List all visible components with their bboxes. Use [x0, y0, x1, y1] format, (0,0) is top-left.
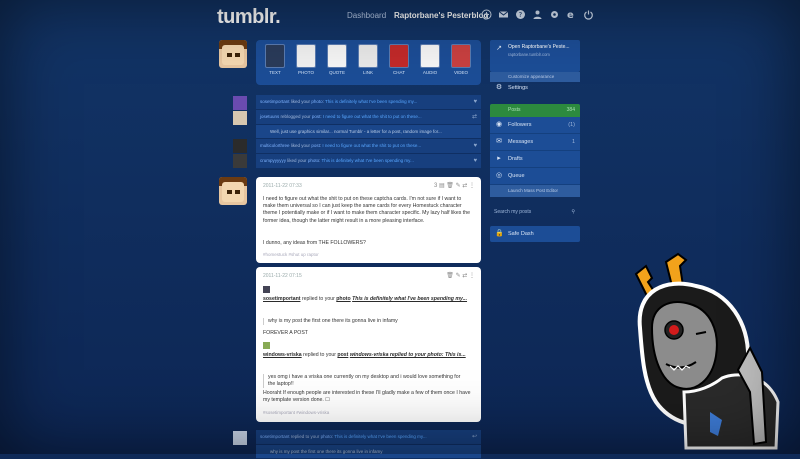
reply-header: sosetimportant replied to your photo Thi…: [263, 296, 468, 302]
post-type-quote[interactable]: QUOTE: [326, 44, 348, 78]
post-tags[interactable]: #homestuck #shut up raptor: [263, 252, 319, 257]
reply-text: why is my post the first one there its g…: [256, 445, 481, 459]
mail-icon: ✉: [496, 138, 502, 145]
sidebar-posts[interactable]: Posts 384: [490, 104, 580, 117]
edit-icon[interactable]: ✎: [456, 183, 461, 189]
post-date: 2011-11-22 07:33: [263, 183, 302, 189]
sidebar-drafts[interactable]: ▸ Drafts: [490, 151, 580, 168]
text-post: 2011-11-22 07:15 🗑 ✎ ⇄ ⋮ sosetimportant …: [256, 267, 481, 422]
post-type-text[interactable]: TEXT: [264, 44, 286, 78]
sidebar-stats: Posts 384 ◉ Followers (1) ✉ Messages 1 ▸ Dr…: [490, 104, 580, 197]
notification-item[interactable]: multicolorthree liked your post: I need …: [256, 139, 481, 154]
notification-item[interactable]: sosetimportant replied to your photo: Th…: [256, 430, 481, 445]
edit-e-icon[interactable]: e: [566, 9, 577, 21]
notification-avatar[interactable]: [233, 154, 247, 168]
reblog-reply-text: Well, just use graphics similar... norma…: [256, 125, 481, 139]
post-body: I need to figure out what the shit to pu…: [263, 196, 471, 224]
post-type-link[interactable]: LINK: [357, 44, 379, 78]
mass-post-editor-link[interactable]: Launch Mass Post Editor: [490, 185, 580, 197]
text-post: 2011-11-22 07:33 3 ▤ 🗑 ✎ ⇄ ⋮ I need to f…: [256, 177, 481, 263]
power-icon[interactable]: [583, 9, 594, 20]
note-count[interactable]: 3: [434, 183, 437, 189]
svg-text:?: ?: [519, 11, 523, 19]
post-type-audio[interactable]: AUDIO: [419, 44, 441, 78]
notes-icon[interactable]: ▤: [439, 183, 445, 189]
sidebar-messages[interactable]: ✉ Messages 1: [490, 134, 580, 151]
user-thumb[interactable]: [263, 342, 270, 349]
sidebar-settings[interactable]: ⚙ Settings: [490, 80, 580, 96]
sidebar-safe-dash[interactable]: 🔒 Safe Dash: [490, 226, 580, 242]
user-thumb[interactable]: [263, 286, 270, 293]
post-controls: 3 ▤ 🗑 ✎ ⇄ ⋮: [434, 182, 475, 189]
external-link-icon: ↗: [496, 45, 502, 52]
photo-icon: [296, 44, 316, 68]
open-blog-link[interactable]: Open Raptorbane's Peste...: [508, 44, 570, 50]
reply-header: windows-vriska replied to your post wind…: [263, 352, 466, 358]
avatar[interactable]: [219, 40, 247, 68]
blog-url[interactable]: raptorbane.tumblr.com: [508, 52, 550, 57]
sidebar-blog-box: ↗ Open Raptorbane's Peste... raptorbane.…: [490, 40, 580, 82]
quote-icon: [327, 44, 347, 68]
notifications-bottom: sosetimportant replied to your photo: Th…: [256, 430, 481, 459]
people-icon[interactable]: [532, 9, 543, 20]
search-input[interactable]: Search my posts ⚲: [490, 205, 580, 219]
heart-icon: ♥: [473, 143, 477, 149]
text-icon: [265, 44, 285, 68]
reply-response: FOREVER A POST: [263, 330, 308, 336]
audio-icon: [420, 44, 440, 68]
nav-dashboard[interactable]: Dashboard: [347, 11, 386, 20]
delete-icon[interactable]: 🗑: [446, 273, 454, 279]
notification-avatar[interactable]: [233, 431, 247, 445]
avatar[interactable]: [219, 177, 247, 205]
delete-icon[interactable]: 🗑: [446, 183, 454, 189]
reblog-icon[interactable]: ⇄: [462, 273, 467, 279]
drafts-icon: ▸: [497, 155, 501, 162]
followers-icon: ◉: [495, 121, 503, 128]
chat-icon: [389, 44, 409, 68]
reply-quote: yes omg i have a vriska one currently on…: [263, 374, 468, 389]
heart-icon: ♥: [473, 99, 477, 105]
nav-blog[interactable]: Raptorbane's Pesterblog: [394, 11, 488, 20]
notification-avatar[interactable]: [233, 111, 247, 125]
notification-avatar[interactable]: [233, 139, 247, 153]
character-artwork: [626, 252, 788, 450]
header-icons: ? e: [481, 9, 594, 21]
post-tags[interactable]: #sosetimportant #windows-vriska: [263, 410, 329, 415]
heart-icon: ♥: [473, 158, 477, 164]
notification-avatar[interactable]: [233, 96, 247, 110]
edit-icon[interactable]: ✎: [456, 273, 461, 279]
sidebar-queue[interactable]: ◎ Queue: [490, 168, 580, 185]
post-type-photo[interactable]: PHOTO: [295, 44, 317, 78]
more-icon[interactable]: ⋮: [469, 273, 475, 279]
post-type-chat[interactable]: CHAT: [388, 44, 410, 78]
tumblr-logo[interactable]: tumblr.: [217, 6, 281, 29]
more-icon[interactable]: ⋮: [469, 183, 475, 189]
help-icon[interactable]: ?: [515, 9, 526, 20]
lock-icon: 🔒: [495, 230, 504, 237]
post-controls: 🗑 ✎ ⇄ ⋮: [446, 272, 475, 279]
post-type-bar: TEXT PHOTO QUOTE LINK CHAT AUDIO VIDEO: [256, 40, 481, 85]
link-icon: [358, 44, 378, 68]
notification-item[interactable]: crumpyyyyyy liked your photo: This is de…: [256, 154, 481, 169]
post-type-video[interactable]: VIDEO: [450, 44, 472, 78]
post-body: I dunno, any ideas from THE FOLLOWERS?: [263, 240, 366, 246]
reply-quote: why is my post the first one there its g…: [263, 318, 468, 326]
post-date: 2011-11-22 07:15: [263, 273, 302, 279]
video-icon: [451, 44, 471, 68]
reblog-icon: ⇄: [471, 114, 477, 120]
search-icon: ⚲: [571, 209, 575, 215]
reply-icon: ↩: [471, 434, 477, 440]
svg-text:e: e: [567, 10, 574, 20]
gear-icon[interactable]: [549, 9, 560, 20]
reply-response: Hooraht If enough people are interested …: [263, 390, 471, 404]
queue-icon: ◎: [495, 172, 503, 179]
reblog-icon[interactable]: ⇄: [462, 183, 467, 189]
notification-item[interactable]: sosetimportant liked your photo: This is…: [256, 95, 481, 110]
sidebar-followers[interactable]: ◉ Followers (1): [490, 117, 580, 134]
gear-icon: ⚙: [495, 84, 503, 91]
notification-item[interactable]: josetuuns reblogged your post: I need to…: [256, 110, 481, 125]
add-icon[interactable]: [481, 9, 492, 20]
mail-icon[interactable]: [498, 9, 509, 20]
notifications-top: sosetimportant liked your photo: This is…: [256, 95, 481, 169]
